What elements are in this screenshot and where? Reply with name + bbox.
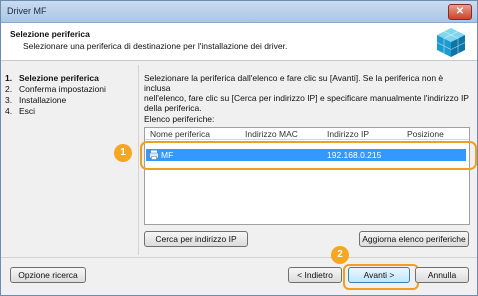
column-ip-address[interactable]: Indirizzo IP: [327, 129, 369, 139]
instructions-text: Selezionare la periferica dall'elenco e …: [144, 73, 469, 113]
header-title: Selezione periferica: [10, 29, 90, 39]
title-bar: Driver MF ✕: [1, 1, 477, 23]
callout-badge-2: 2: [331, 246, 349, 264]
close-button[interactable]: ✕: [448, 4, 472, 20]
window-title: Driver MF: [7, 6, 47, 16]
header-subtitle: Selezionare una periferica di destinazio…: [23, 41, 288, 51]
cancel-button[interactable]: Annulla: [415, 267, 469, 283]
device-list-header: Nome periferica Indirizzo MAC Indirizzo …: [145, 128, 469, 140]
callout-highlight-device-row: [140, 141, 477, 170]
step-select-device: 1. Selezione periferica: [5, 73, 99, 83]
wizard-steps: 1. Selezione periferica 2. Conferma impost…: [5, 73, 137, 117]
bottom-divider: [1, 257, 477, 258]
driver-mf-window: Driver MF ✕ Selezione periferica Selezio…: [0, 0, 478, 296]
wizard-header: Selezione periferica Selezionare una per…: [1, 23, 477, 61]
callout-badge-1: 1: [114, 144, 132, 162]
device-list-label: Elenco periferiche:: [144, 114, 215, 124]
column-location[interactable]: Posizione: [407, 129, 444, 139]
column-device-name[interactable]: Nome periferica: [150, 129, 210, 139]
vertical-divider: [138, 65, 139, 255]
refresh-device-list-button[interactable]: Aggiorna elenco periferiche: [359, 231, 469, 247]
step-confirm-settings: 2. Conferma impostazioni: [5, 84, 106, 94]
next-button[interactable]: Avanti >: [348, 267, 410, 283]
cube-icon: [436, 28, 466, 57]
column-mac-address[interactable]: Indirizzo MAC: [245, 129, 298, 139]
search-by-ip-button[interactable]: Cerca per indirizzo IP: [144, 231, 248, 247]
back-button[interactable]: < Indietro: [288, 267, 342, 283]
step-installation: 3. Installazione: [5, 95, 67, 105]
step-exit: 4. Esci: [5, 106, 36, 116]
search-options-button[interactable]: Opzione ricerca: [10, 267, 86, 283]
